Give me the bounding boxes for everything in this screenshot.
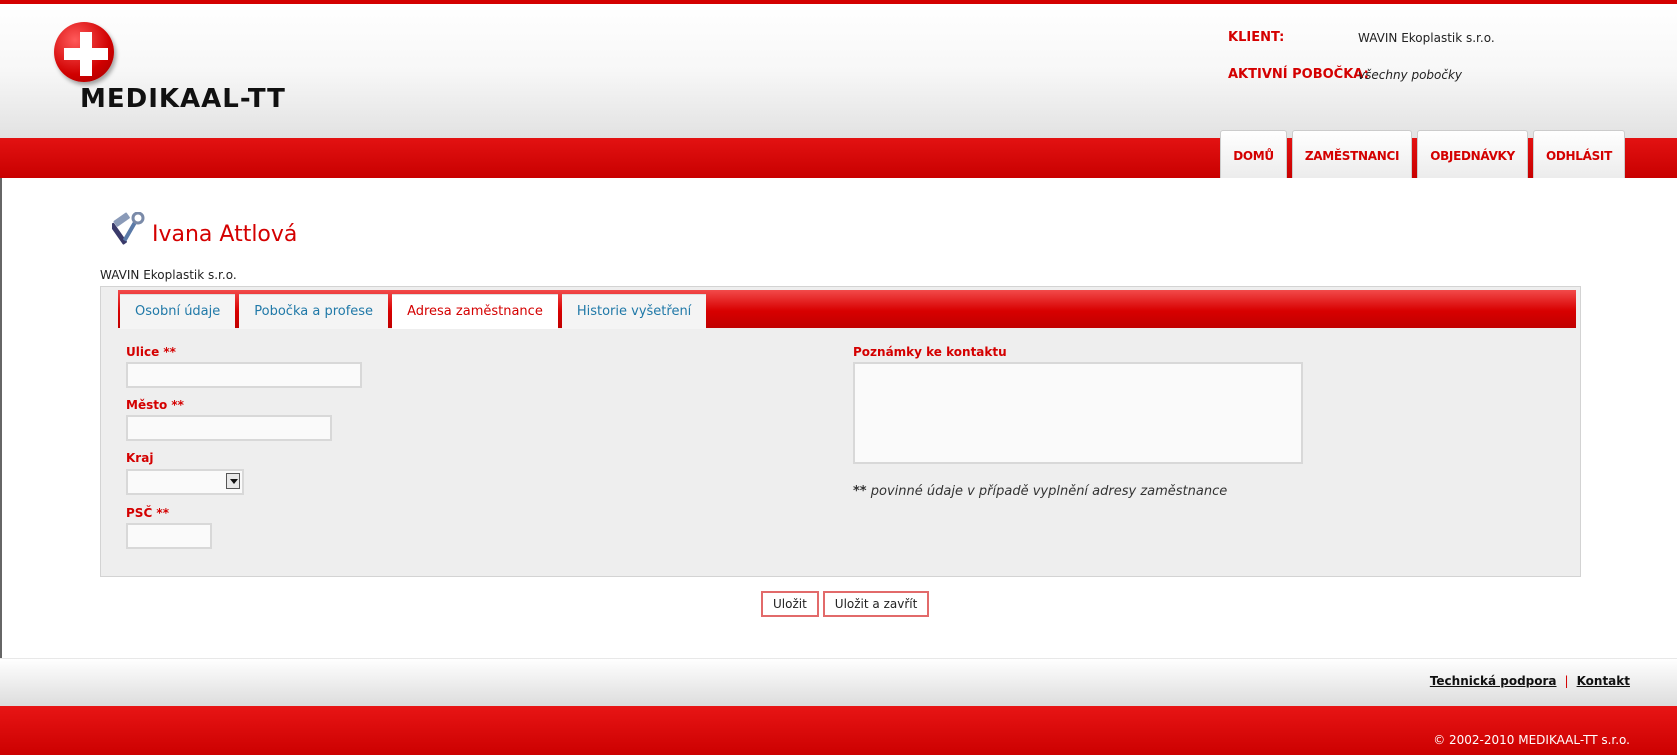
- tab-exam-history[interactable]: Historie vyšetření: [561, 294, 707, 329]
- zip-label: PSČ **: [126, 506, 169, 520]
- tabs: Osobní údaje Pobočka a profese Adresa za…: [120, 294, 710, 329]
- tab-personal[interactable]: Osobní údaje: [120, 294, 236, 329]
- footer-separator: |: [1564, 674, 1569, 688]
- branch-value: všechny pobočky: [1358, 68, 1463, 82]
- page-title: Ivana Attlová: [109, 210, 298, 247]
- required-mark: **: [853, 484, 867, 499]
- region-label: Kraj: [126, 451, 154, 465]
- main-nav: DOMŮ ZAMĚSTNANCI OBJEDNÁVKY ODHLÁSIT: [1215, 130, 1625, 178]
- nav-logout[interactable]: ODHLÁSIT: [1532, 130, 1625, 178]
- person-name: Ivana Attlová: [152, 222, 298, 247]
- region-select[interactable]: [126, 469, 244, 495]
- logo-cross-icon: [54, 22, 114, 82]
- notes-textarea[interactable]: [853, 362, 1303, 464]
- zip-input[interactable]: [126, 523, 212, 549]
- chevron-down-icon[interactable]: [226, 473, 240, 489]
- logo-text: MEDIKAAL-TT: [80, 84, 286, 114]
- street-label: Ulice **: [126, 345, 176, 359]
- street-input[interactable]: [126, 362, 362, 388]
- city-input[interactable]: [126, 415, 332, 441]
- branch-label: AKTIVNÍ POBOČKA:: [1228, 67, 1369, 82]
- client-value: WAVIN Ekoplastik s.r.o.: [1358, 31, 1495, 45]
- support-link[interactable]: Technická podpora: [1430, 674, 1557, 688]
- nav-home[interactable]: DOMŮ: [1220, 130, 1287, 178]
- notes-label: Poznámky ke kontaktu: [853, 345, 1007, 359]
- tab-branch-profession[interactable]: Pobočka a profese: [239, 294, 389, 329]
- client-label: KLIENT:: [1228, 30, 1285, 45]
- footer: [0, 658, 1677, 707]
- contact-link[interactable]: Kontakt: [1577, 674, 1630, 688]
- save-button[interactable]: Uložit: [761, 591, 819, 617]
- footer-band: [0, 706, 1677, 755]
- save-close-button[interactable]: Uložit a zavřít: [822, 591, 930, 617]
- footer-links: Technická podpora | Kontakt: [1430, 674, 1630, 688]
- form-actions: Uložit Uložit a zavřít: [761, 591, 933, 617]
- company-name: WAVIN Ekoplastik s.r.o.: [100, 268, 237, 282]
- tools-icon: [109, 211, 148, 246]
- required-note-text: povinné údaje v případě vyplnění adresy …: [870, 484, 1228, 499]
- logo[interactable]: MEDIKAAL-TT: [52, 20, 352, 120]
- required-note: ** povinné údaje v případě vyplnění adre…: [853, 484, 1227, 499]
- city-label: Město **: [126, 398, 184, 412]
- nav-employees[interactable]: ZAMĚSTNANCI: [1291, 130, 1413, 178]
- copyright: © 2002-2010 MEDIKAAL-TT s.r.o.: [1433, 733, 1630, 747]
- nav-orders[interactable]: OBJEDNÁVKY: [1417, 130, 1528, 178]
- tab-address[interactable]: Adresa zaměstnance: [392, 294, 558, 329]
